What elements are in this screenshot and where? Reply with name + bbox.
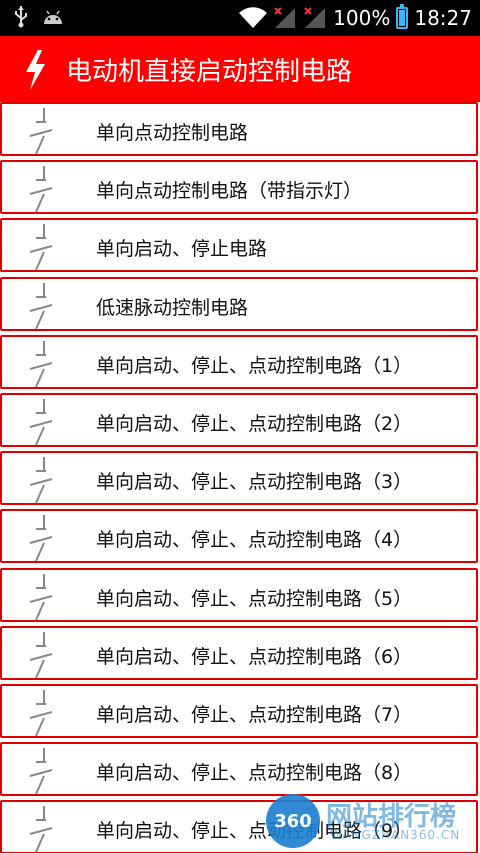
switch-contact-icon xyxy=(29,282,53,329)
usb-icon xyxy=(15,6,27,28)
switch-contact-icon xyxy=(29,457,53,504)
battery-icon xyxy=(396,4,409,29)
list-item[interactable]: 单向启动、停止、点动控制电路（3） xyxy=(0,451,478,506)
list-item-label: 单向启动、停止、点动控制电路（5） xyxy=(96,587,413,610)
switch-contact-icon xyxy=(29,806,53,853)
list-item-label: 单向启动、停止、点动控制电路（3） xyxy=(96,471,413,494)
status-right-icons: 100% 18:27 xyxy=(239,0,472,36)
app-bar: 电动机直接启动控制电路 xyxy=(0,36,480,102)
battery-fill xyxy=(399,10,406,26)
wifi-icon xyxy=(239,7,268,29)
switch-contact-icon xyxy=(29,573,53,620)
clock: 18:27 xyxy=(414,6,472,30)
list-item[interactable]: 单向启动、停止、点动控制电路（6） xyxy=(0,625,478,680)
list-item[interactable]: 单向启动、停止、点动控制电路（1） xyxy=(0,334,478,389)
list-item-label: 单向启动、停止电路 xyxy=(96,238,268,261)
switch-contact-icon xyxy=(29,515,53,562)
switch-contact-icon xyxy=(29,166,53,213)
switch-contact-icon xyxy=(29,690,53,737)
list-item[interactable]: 单向点动控制电路 xyxy=(0,102,478,156)
circuit-list[interactable]: 单向点动控制电路单向点动控制电路（带指示灯） 单向启动、停止电路 低速脉动控制电路单… xyxy=(0,102,480,853)
list-item[interactable]: 单向启动、停止电路 xyxy=(0,218,478,273)
list-item-label: 单向启动、停止、点动控制电路（2） xyxy=(96,413,413,435)
status-bar: 100% 18:27 xyxy=(0,0,480,36)
page-title: 电动机直接启动控制电路 xyxy=(66,57,353,87)
list-item[interactable]: 单向启动、停止、点动控制电路（8） xyxy=(0,742,478,797)
list-item-label: 低速脉动控制电路 xyxy=(96,296,249,319)
list-item-label: 单向启动、停止、点动控制电路（4） xyxy=(96,529,413,552)
switch-contact-icon xyxy=(29,399,53,446)
switch-contact-icon xyxy=(29,108,53,155)
android-icon xyxy=(44,10,62,24)
list-item-label: 单向启动、停止、点动控制电路（1） xyxy=(96,354,413,377)
list-item[interactable]: 单向启动、停止、点动控制电路（2） xyxy=(0,393,478,447)
list-item-label: 单向点动控制电路 xyxy=(96,122,249,144)
list-item-label: 单向启动、停止、点动控制电路（9） xyxy=(96,820,413,843)
list-item[interactable]: 单向启动、停止、点动控制电路（9） xyxy=(0,800,478,853)
signal-no-sim-icon-1 xyxy=(274,7,296,28)
switch-contact-icon xyxy=(29,224,53,271)
switch-contact-icon xyxy=(29,748,53,795)
list-item-label: 单向启动、停止、点动控制电路（6） xyxy=(96,645,413,668)
lightning-bolt-icon xyxy=(26,50,45,90)
list-item[interactable]: 低速脉动控制电路 xyxy=(0,276,478,331)
list-item[interactable]: 单向启动、停止、点动控制电路（4） xyxy=(0,509,478,564)
list-item-label: 单向启动、停止、点动控制电路（7） xyxy=(96,704,413,726)
signal-no-sim-icon-2 xyxy=(304,7,326,28)
list-item[interactable]: 单向启动、停止、点动控制电路（5） xyxy=(0,567,478,622)
list-item[interactable]: 单向启动、停止、点动控制电路（7） xyxy=(0,684,478,738)
list-item-label: 单向启动、停止、点动控制电路（8） xyxy=(96,762,413,785)
battery-percent: 100% xyxy=(333,6,391,30)
switch-contact-icon xyxy=(29,631,53,679)
switch-contact-icon xyxy=(29,340,53,388)
list-item[interactable]: 单向点动控制电路（带指示灯） xyxy=(0,160,478,215)
list-item-label: 单向点动控制电路（带指示灯） xyxy=(96,180,363,203)
status-left-icons xyxy=(14,6,64,28)
